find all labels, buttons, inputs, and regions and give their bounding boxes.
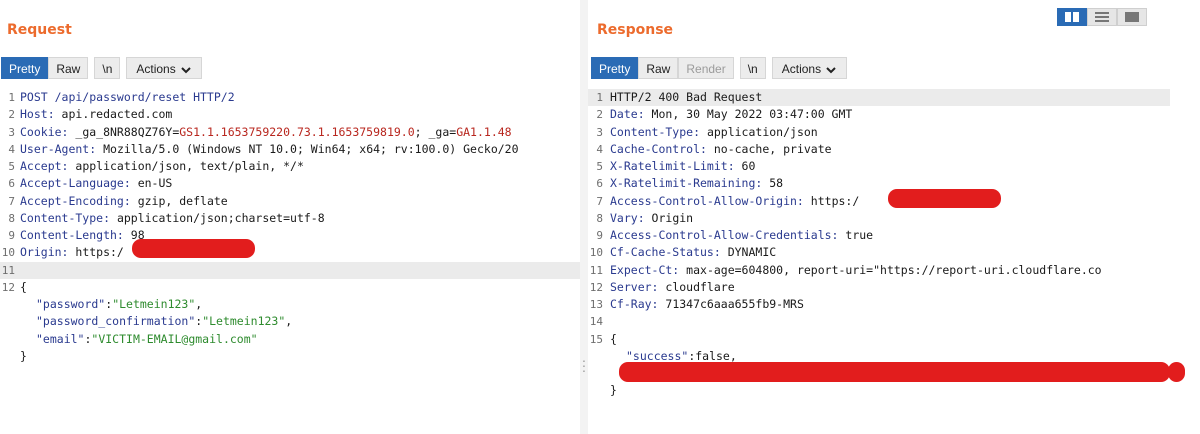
response-line: 10 Cf-Cache-Status: DYNAMIC — [589, 245, 777, 260]
response-line: 2 Date: Mon, 30 May 2022 03:47:00 GMT — [596, 107, 853, 122]
response-line: 3 Content-Type: application/json — [596, 124, 818, 139]
request-line-cookie: 3 Cookie: _ga_8NR88QZ76Y=GS1.1.1653759220… — [8, 124, 512, 139]
request-tab-raw[interactable]: Raw — [48, 57, 89, 79]
request-line: 4 User-Agent: Mozilla/5.0 (Windows NT 10.… — [8, 141, 519, 156]
response-line: 7 Access-Control-Allow-Origin: https:/ — [596, 193, 860, 208]
response-pane: Response Pretty Raw Render \n Actions 1H… — [588, 0, 1170, 434]
request-line-current: 11 — [0, 261, 580, 279]
request-body-line: "password":"Letmein123", — [36, 297, 203, 311]
response-tab-render[interactable]: Render — [678, 57, 734, 79]
request-tabs: Pretty Raw \n Actions — [1, 57, 202, 79]
layout-toggle — [1057, 8, 1147, 26]
response-line: 13 Cf-Ray: 71347c6aaa655fb9-MRS — [589, 297, 804, 311]
request-pane: Request Pretty Raw \n Actions 1 POST /api… — [0, 0, 580, 434]
request-actions-label: Actions — [136, 62, 176, 76]
chevron-down-icon — [826, 67, 836, 74]
response-tab-raw[interactable]: Raw — [638, 57, 679, 79]
response-line: 5 X-Ratelimit-Limit: 60 — [596, 159, 756, 173]
request-body-line: "email":"VICTIM-EMAIL@gmail.com" — [36, 331, 258, 346]
redaction-response-body-end — [1168, 362, 1185, 382]
response-line: 6 X-Ratelimit-Remaining: 58 — [596, 176, 784, 191]
response-editor[interactable]: 1 HTTP/2 400 Bad Request 2 Date: Mon, 30 M… — [588, 89, 1170, 434]
response-line: 9 Access-Control-Allow-Credentials: true — [596, 228, 874, 242]
redaction-response-body — [619, 362, 1170, 382]
response-actions-label: Actions — [781, 62, 822, 76]
request-actions-button[interactable]: Actions — [126, 57, 202, 79]
request-body-line: } — [20, 348, 27, 363]
response-line: 11 Expect-Ct: max-age=604800, report-uri=… — [589, 262, 1102, 277]
response-tab-newline[interactable]: \n — [739, 57, 766, 79]
response-body-line: } — [610, 383, 617, 398]
response-line: 14 — [589, 315, 603, 329]
response-title: Response — [597, 22, 674, 38]
redaction-response-origin — [888, 189, 1001, 208]
request-line: 7 Accept-Encoding: gzip, deflate — [8, 193, 228, 208]
response-actions-button[interactable]: Actions — [771, 57, 848, 79]
request-line: 10 Origin: https:/ — [1, 245, 124, 260]
request-line: 9 Content-Length: 98 — [8, 228, 145, 242]
response-line: 15{ — [589, 331, 617, 346]
redaction-request-origin — [132, 239, 255, 258]
request-line: 1 POST /api/password/reset HTTP/2 — [8, 90, 235, 104]
grip-icon[interactable]: · · · — [580, 353, 588, 377]
request-line: 5 Accept: application/json, text/plain, *… — [8, 159, 304, 173]
response-tab-pretty[interactable]: Pretty — [591, 57, 639, 79]
response-tabs: Pretty Raw Render \n Actions — [591, 57, 848, 79]
request-editor[interactable]: 1 POST /api/password/reset HTTP/2 2 Host: … — [0, 89, 580, 434]
request-title: Request — [7, 22, 72, 38]
layout-stacked-icon[interactable] — [1087, 8, 1117, 26]
response-line: 4 Cache-Control: no-cache, private — [596, 141, 832, 156]
request-line: 8 Content-Type: application/json;charset=… — [8, 210, 325, 225]
response-line: 12 Server: cloudflare — [589, 279, 735, 294]
layout-side-by-side-icon[interactable] — [1057, 8, 1087, 26]
request-line: 6 Accept-Language: en-US — [8, 176, 173, 191]
request-tab-newline[interactable]: \n — [94, 57, 121, 79]
request-body-line: "password_confirmation":"Letmein123", — [36, 314, 293, 329]
request-tab-pretty[interactable]: Pretty — [1, 57, 49, 79]
request-line: 2 Host: api.redacted.com — [8, 107, 173, 122]
chevron-down-icon — [181, 67, 191, 74]
request-line: 12{ — [1, 279, 27, 294]
layout-single-icon[interactable] — [1117, 8, 1147, 26]
response-line-current: 1 HTTP/2 400 Bad Request — [588, 89, 1170, 107]
response-line: 8 Vary: Origin — [596, 210, 694, 225]
